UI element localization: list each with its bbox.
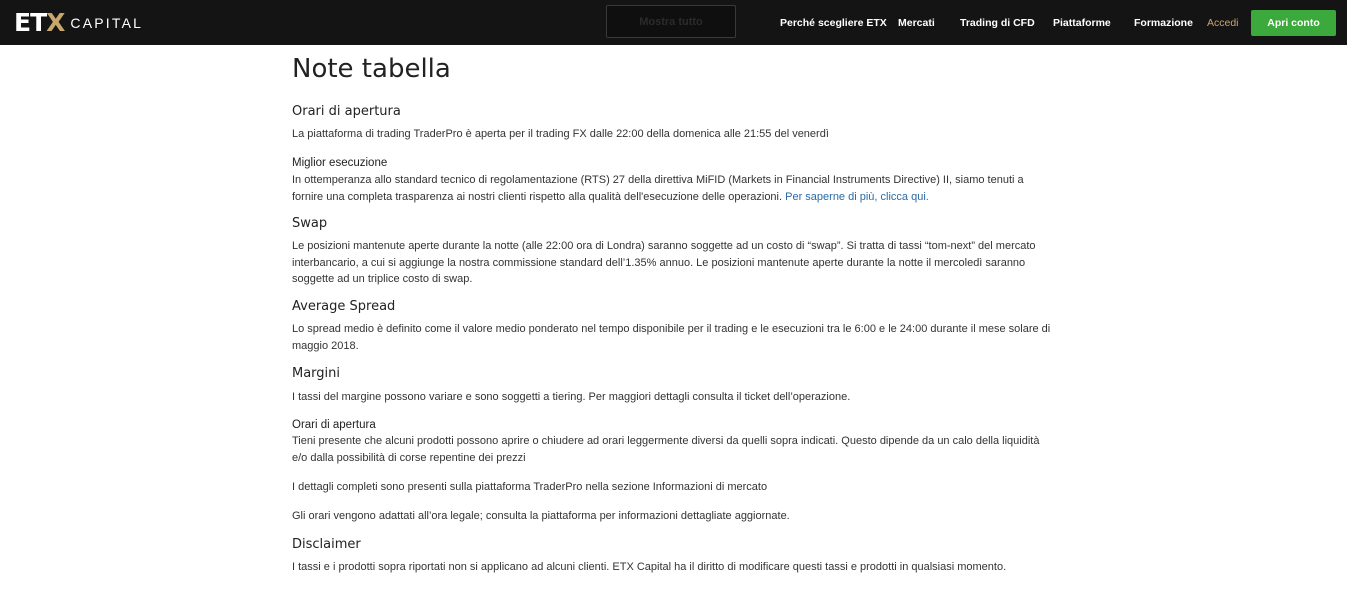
etx-capital-logo[interactable]: ETX CAPITAL xyxy=(14,10,143,36)
section-heading-average-spread: Average Spread xyxy=(292,299,396,314)
section-heading-swap: Swap xyxy=(292,216,328,231)
open-account-button[interactable]: Apri conto xyxy=(1251,10,1336,36)
disclaimer-text: I tassi e i prodotti sopra riportati non… xyxy=(292,561,1007,573)
login-link[interactable]: Accedi xyxy=(1207,17,1239,29)
main-content: Note tabella xyxy=(292,52,1062,86)
top-navigation-bar: ETX CAPITAL Mostra tutto Perché sceglier… xyxy=(0,0,1347,45)
average-spread-text: Lo spread medio è definito come il valor… xyxy=(292,323,1051,352)
section-heading-best-execution: Miglior esecuzione xyxy=(292,157,388,169)
logo-text: CAPITAL xyxy=(70,15,144,31)
show-all-button[interactable]: Mostra tutto xyxy=(606,5,736,38)
nav-markets[interactable]: Mercati xyxy=(898,17,935,29)
nav-education[interactable]: Formazione xyxy=(1134,17,1193,29)
nav-platforms[interactable]: Piattaforme xyxy=(1053,17,1111,29)
section-heading-margins: Margini xyxy=(292,366,341,381)
nav-why-etx[interactable]: Perché scegliere ETX xyxy=(780,17,887,29)
section-heading-opening-hours-2: Orari di apertura xyxy=(292,419,376,431)
margins-text: I tassi del margine possono variare e so… xyxy=(292,391,851,403)
logo-mark-x: X xyxy=(46,8,65,37)
opening-hours-2-text: Tieni presente che alcuni prodotti posso… xyxy=(292,435,1040,464)
best-execution-paragraph: In ottemperanza allo standard tecnico di… xyxy=(292,172,1052,205)
logo-mark-left: ET xyxy=(14,8,47,37)
best-execution-link[interactable]: Per saperne di più, clicca qui. xyxy=(785,191,929,203)
nav-cfd-trading[interactable]: Trading di CFD xyxy=(960,17,1035,29)
logo-mark: ETX xyxy=(14,8,65,37)
section-heading-opening-hours: Orari di apertura xyxy=(292,104,401,119)
page-title: Note tabella xyxy=(292,54,451,84)
swap-text: Le posizioni mantenute aperte durante la… xyxy=(292,240,1036,286)
section-heading-disclaimer: Disclaimer xyxy=(292,537,361,552)
opening-hours-text: La piattaforma di trading TraderPro è ap… xyxy=(292,128,829,140)
details-text: I dettagli completi sono presenti sulla … xyxy=(292,481,768,493)
daylight-saving-text: Gli orari vengono adattati all’ora legal… xyxy=(292,510,790,522)
